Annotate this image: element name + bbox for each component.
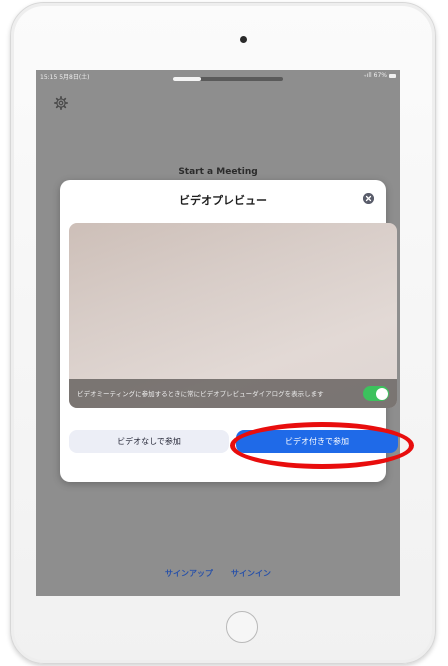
start-meeting-title: Start a Meeting [178, 167, 258, 177]
close-icon[interactable] [363, 193, 374, 204]
video-preview-dialog: ビデオプレビュー ビデオミーティングに参加するときに常にビデオプレビューダイアロ… [60, 180, 398, 482]
footer-links: サインアップ サインイン [36, 568, 400, 579]
multitasking-handle [173, 77, 201, 81]
sign-up-link[interactable]: サインアップ [165, 568, 213, 579]
battery-percent: 67% [373, 72, 387, 79]
join-with-video-button[interactable]: ビデオ付きで参加 [236, 430, 398, 453]
sign-in-link[interactable]: サインイン [231, 568, 271, 579]
screen: 15:15 5月8日(土) ₊ıll 67% Start a Meeting サ… [36, 70, 400, 596]
front-camera [240, 36, 247, 43]
always-show-preview-label: ビデオミーティングに参加するときに常にビデオプレビューダイアログを表示します [77, 390, 324, 398]
battery-icon [389, 73, 396, 78]
status-time: 15:15 5月8日(土) [40, 74, 90, 81]
signal-icon: ₊ıll [363, 72, 372, 79]
preview-setting-bar: ビデオミーティングに参加するときに常にビデオプレビューダイアログを表示します [69, 379, 397, 408]
home-button[interactable] [226, 611, 258, 643]
dialog-title: ビデオプレビュー [179, 194, 267, 207]
join-without-video-button[interactable]: ビデオなしで参加 [69, 430, 229, 453]
multitasking-indicator[interactable] [173, 77, 283, 81]
status-indicators: ₊ıll 67% [363, 72, 396, 79]
gear-icon[interactable] [54, 96, 68, 110]
always-show-preview-toggle[interactable] [363, 386, 389, 401]
camera-preview: ビデオミーティングに参加するときに常にビデオプレビューダイアログを表示します [69, 223, 397, 408]
toggle-knob [375, 387, 388, 400]
